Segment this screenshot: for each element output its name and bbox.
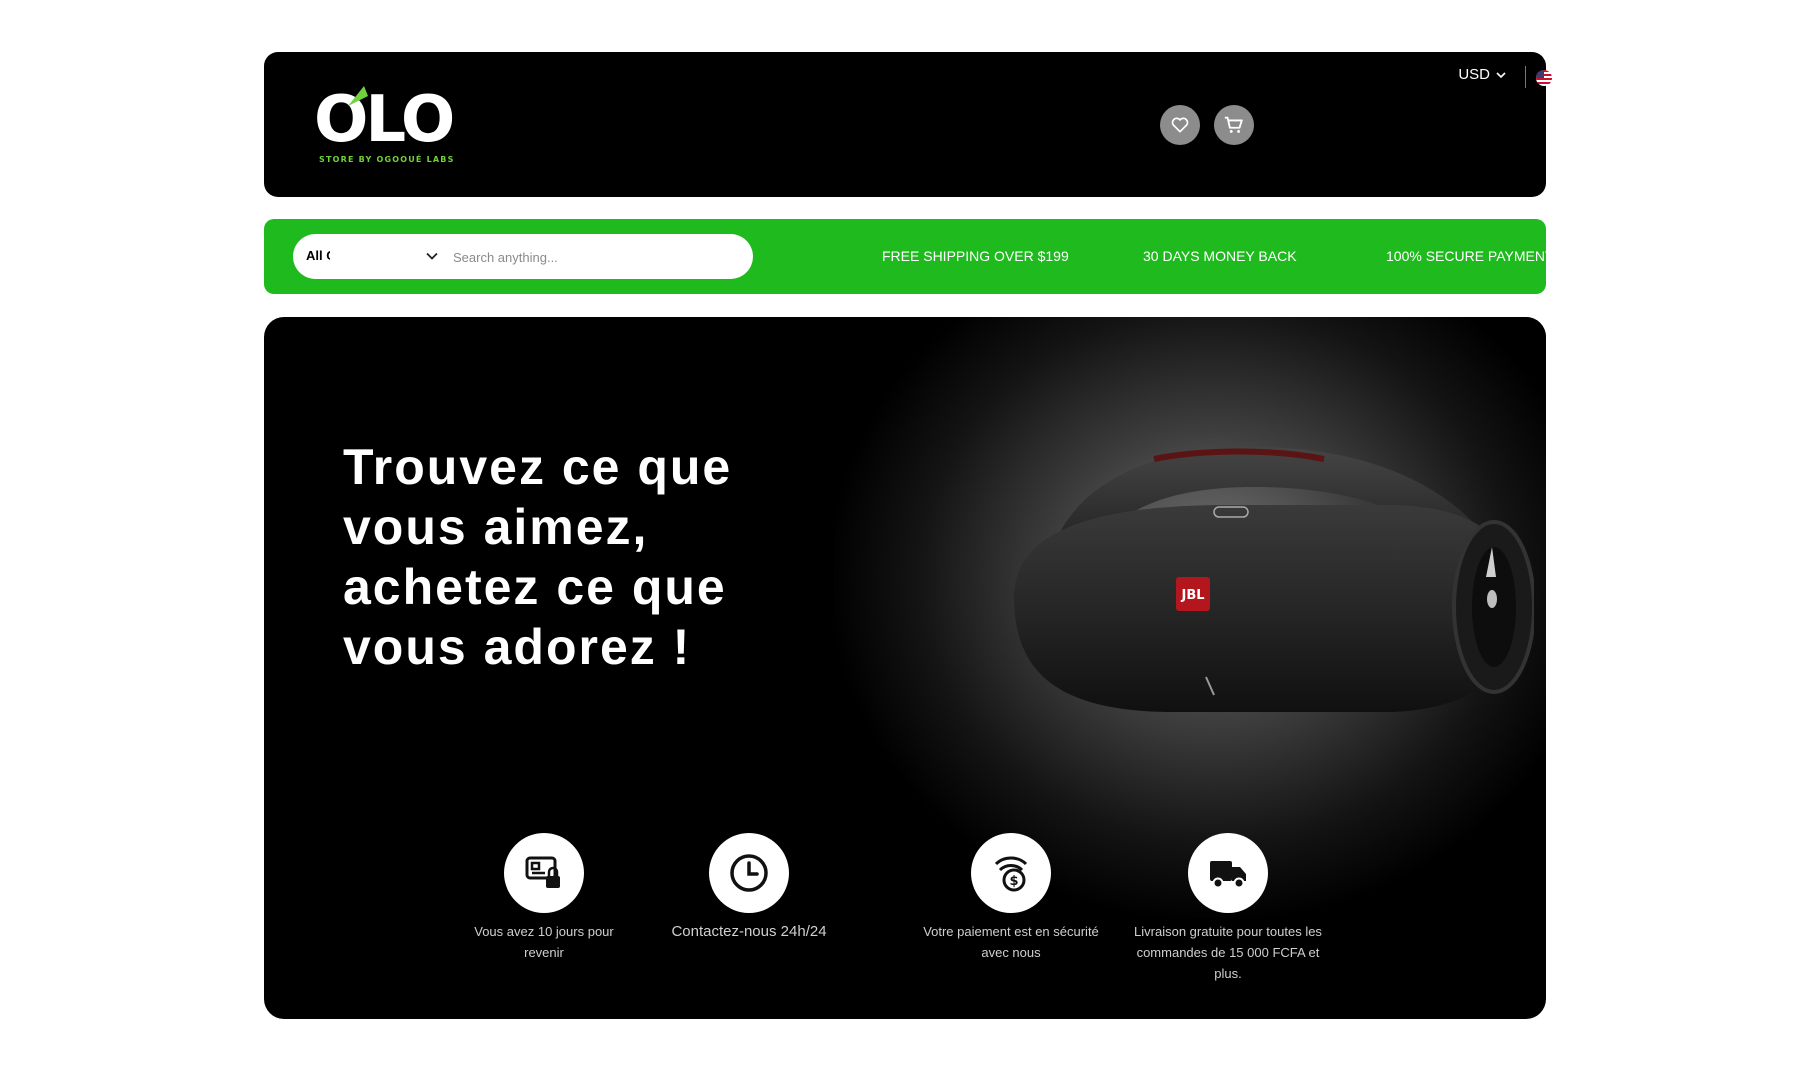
logo-wordmark: OLO bbox=[314, 83, 455, 157]
perk-money-back: 30 DAYS MONEY BACK bbox=[1143, 248, 1297, 264]
chevron-down-icon bbox=[1496, 71, 1506, 78]
store-logo[interactable]: OLO STORE BY OGOOUÉ LABS bbox=[314, 76, 455, 176]
secure-payment-icon: $ bbox=[994, 856, 1028, 892]
category-dropdown[interactable]: All Categories bbox=[306, 248, 330, 263]
perk-secure-payment: 100% SECURE PAYMENT bbox=[1386, 248, 1554, 264]
feature-payment-text: Votre paiement est en sécurité avec nous bbox=[923, 924, 1099, 960]
header-divider bbox=[1525, 66, 1526, 88]
feature-contact-text: Contactez-nous 24h/24 bbox=[671, 923, 827, 940]
currency-selector[interactable]: USD bbox=[1458, 66, 1506, 83]
search-input[interactable] bbox=[451, 242, 735, 272]
clock-icon bbox=[730, 854, 768, 892]
jbl-badge: JBL bbox=[1180, 588, 1204, 603]
logo-leaf-icon bbox=[348, 86, 368, 106]
feature-return: Vous avez 10 jours pour revenir bbox=[454, 833, 634, 963]
feature-return-text: Vous avez 10 jours pour revenir bbox=[474, 924, 614, 960]
feature-delivery-text: Livraison gratuite pour toutes les comma… bbox=[1134, 924, 1322, 981]
svg-text:$: $ bbox=[1009, 874, 1018, 889]
logo-tagline: STORE BY OGOOUÉ LABS bbox=[319, 155, 455, 164]
secure-return-icon bbox=[525, 856, 560, 888]
feature-payment: $ Votre paiement est en sécurité avec no… bbox=[916, 833, 1106, 963]
cart-button[interactable] bbox=[1214, 105, 1254, 145]
search-bar-strip: All Categories FREE SHIPPING OVER $199 3… bbox=[264, 219, 1554, 294]
cart-icon bbox=[1224, 116, 1243, 133]
chevron-down-icon[interactable] bbox=[425, 249, 439, 263]
hero-banner: Trouvez ce que vous aimez, achetez ce qu… bbox=[264, 317, 1546, 1019]
search-box: All Categories bbox=[293, 234, 753, 279]
hero-headline: Trouvez ce que vous aimez, achetez ce qu… bbox=[343, 439, 733, 675]
heart-icon bbox=[1171, 117, 1189, 133]
feature-contact: Contactez-nous 24h/24 bbox=[664, 833, 834, 942]
wishlist-button[interactable] bbox=[1160, 105, 1200, 145]
perk-free-shipping: FREE SHIPPING OVER $199 bbox=[882, 248, 1069, 264]
top-header: OLO STORE BY OGOOUÉ LABS USD bbox=[264, 52, 1552, 197]
jbl-speaker-image: JBL bbox=[1014, 447, 1534, 712]
currency-label: USD bbox=[1458, 66, 1490, 83]
delivery-truck-icon bbox=[1210, 861, 1246, 889]
feature-delivery: Livraison gratuite pour toutes les comma… bbox=[1128, 833, 1328, 984]
us-flag-icon[interactable] bbox=[1536, 70, 1552, 86]
